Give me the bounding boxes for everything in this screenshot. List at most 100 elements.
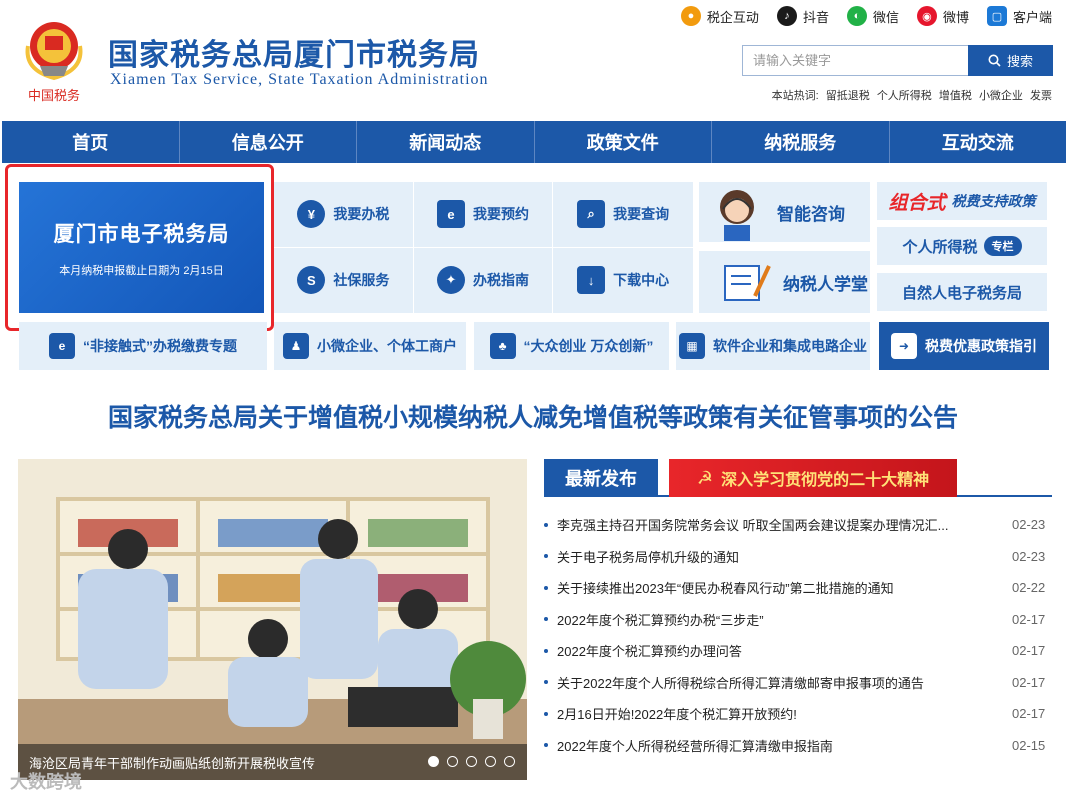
topic-software-ic[interactable]: ▦ 软件企业和集成电路企业 <box>676 322 870 370</box>
monitor-e-icon: e <box>49 333 75 359</box>
hot-word-link[interactable]: 个人所得税 <box>877 90 932 102</box>
news-item[interactable]: 2月16日开始!2022年度个税汇算开放预约! 02-17 <box>544 698 1052 730</box>
news-title: 李克强主持召开国务院常务会议 听取全国两会建议提案办理情况汇... <box>557 518 949 534</box>
news-item[interactable]: 2022年度个人所得税经营所得汇算清缴申报指南 02-15 <box>544 730 1052 762</box>
carousel-photo <box>18 459 527 780</box>
smart-consult-card[interactable]: 智能咨询 <box>699 182 870 242</box>
hand-coin-icon: ¥ <box>297 200 326 229</box>
search-icon <box>988 54 1001 67</box>
arrow-right-icon: ➜ <box>891 333 917 359</box>
news-list: 李克强主持召开国务院常务会议 听取全国两会建议提案办理情况汇... 02-23 关… <box>544 509 1052 761</box>
news-header: 最新发布 ☭ 深入学习贯彻党的二十大精神 <box>544 459 1052 497</box>
service-item-query[interactable]: ⌕ 我要查询 <box>553 182 693 248</box>
taxpayer-school-card[interactable]: 纳税人学堂 <box>699 251 870 313</box>
social-link-wechat[interactable]: ◐ 微信 <box>846 6 899 26</box>
group-people-icon: ♣ <box>489 333 516 359</box>
nav-item-policy[interactable]: 政策文件 <box>535 121 712 163</box>
search-input[interactable] <box>742 45 968 76</box>
service-label: 我要预约 <box>472 206 529 223</box>
site-header: 中国税务 国家税务总局厦门市税务局 Xiamen Tax Service, St… <box>0 0 1066 118</box>
hot-word-link[interactable]: 小微企业 <box>979 90 1023 102</box>
party-emblem-icon: ☭ <box>696 467 714 488</box>
hot-word-link[interactable]: 留抵退税 <box>826 90 870 102</box>
combo-label: 税费支持政策 <box>951 193 1036 209</box>
news-item[interactable]: 关于电子税务局停机升级的通知 02-23 <box>544 541 1052 573</box>
carousel-dot[interactable] <box>447 756 458 767</box>
tiktok-icon: ♪ <box>776 6 797 26</box>
headline-link[interactable]: 国家税务总局关于增值税小规模纳税人减免增值税等政策有关征管事项的公告 <box>0 398 1066 434</box>
social-link-douyin[interactable]: ♪ 抖音 <box>776 6 829 26</box>
social-link-weibo[interactable]: ◉ 微博 <box>916 6 969 26</box>
carousel-dots <box>428 756 515 767</box>
news-title: 2月16日开始!2022年度个税汇算开放预约! <box>557 707 797 723</box>
social-label: 微信 <box>872 9 899 25</box>
compass-icon: ✦ <box>436 266 465 295</box>
download-icon: ↓ <box>577 266 606 295</box>
natural-person-etax-link[interactable]: 自然人电子税务局 <box>877 273 1047 311</box>
building-icon: ▦ <box>679 333 705 359</box>
news-date: 02-15 <box>1012 737 1046 753</box>
highlight-frame <box>5 164 274 331</box>
news-item[interactable]: 2022年度个税汇算预约办理问答 02-17 <box>544 635 1052 667</box>
hot-word-link[interactable]: 发票 <box>1030 90 1052 102</box>
topic-small-business[interactable]: ♟ 小微企业、个体工商户 <box>274 322 466 370</box>
social-link-app[interactable]: ▢ 客户端 <box>986 6 1052 26</box>
topic-label: “大众创业 万众创新” <box>523 338 654 354</box>
service-label: 我要查询 <box>613 206 670 223</box>
search-button[interactable]: 搜索 <box>968 45 1053 76</box>
person-upload-icon: ♟ <box>283 333 309 359</box>
service-item-download[interactable]: ↓ 下载中心 <box>553 248 693 314</box>
carousel-dot[interactable] <box>485 756 496 767</box>
combo-tax-policy-link[interactable]: 组合式 税费支持政策 <box>877 182 1047 220</box>
book-pen-icon <box>724 265 771 301</box>
topic-preferential-guide[interactable]: ➜ 税费优惠政策指引 <box>879 322 1049 370</box>
nav-item-interaction[interactable]: 互动交流 <box>890 121 1066 163</box>
chat-bubble-icon: ● <box>680 6 701 26</box>
news-date: 02-22 <box>1012 580 1046 596</box>
carousel-dot[interactable] <box>504 756 515 767</box>
news-date: 02-17 <box>1012 706 1046 722</box>
wechat-icon: ◐ <box>846 6 867 26</box>
service-label: 下载中心 <box>613 272 670 289</box>
topic-entrepreneurship[interactable]: ♣ “大众创业 万众创新” <box>474 322 669 370</box>
social-link-interact[interactable]: ● 税企互动 <box>680 6 759 26</box>
carousel-dot[interactable] <box>466 756 477 767</box>
service-label: 办税指南 <box>472 272 529 289</box>
document-search-icon: ⌕ <box>577 200 606 229</box>
hot-word-link[interactable]: 增值税 <box>939 90 972 102</box>
banner-label: 深入学习贯彻党的二十大精神 <box>721 472 930 489</box>
topic-contactless[interactable]: e “非接触式”办税缴费专题 <box>19 322 267 370</box>
natural-person-label: 自然人电子税务局 <box>901 284 1022 302</box>
social-security-icon: S <box>297 266 326 295</box>
nav-item-home[interactable]: 首页 <box>2 121 180 163</box>
tab-latest[interactable]: 最新发布 <box>544 459 658 497</box>
tax-emblem-logo[interactable]: 中国税务 <box>18 12 90 108</box>
service-label: 社保服务 <box>333 272 390 289</box>
carousel-dot[interactable] <box>428 756 439 767</box>
news-item[interactable]: 关于接续推出2023年“便民办税春风行动”第二批措施的通知 02-22 <box>544 572 1052 604</box>
site-subtitle: Xiamen Tax Service, State Taxation Admin… <box>110 71 489 88</box>
service-item-handle-tax[interactable]: ¥ 我要办税 <box>274 182 414 248</box>
party-spirit-banner[interactable]: ☭ 深入学习贯彻党的二十大精神 <box>669 459 957 497</box>
service-item-guide[interactable]: ✦ 办税指南 <box>414 247 554 313</box>
topic-label: 软件企业和集成电路企业 <box>713 338 867 354</box>
news-item[interactable]: 李克强主持召开国务院常务会议 听取全国两会建议提案办理情况汇... 02-23 <box>544 509 1052 541</box>
service-item-appointment[interactable]: e 我要预约 <box>413 182 554 248</box>
personal-income-tax-link[interactable]: 个人所得税 专栏 <box>877 227 1047 265</box>
hot-words: 本站热词: 留抵退税 个人所得税 增值税 小微企业 发票 <box>768 87 1052 103</box>
service-item-social-security[interactable]: S 社保服务 <box>274 247 414 313</box>
site-title[interactable]: 国家税务总局厦门市税务局 <box>108 30 480 74</box>
nav-item-news[interactable]: 新闻动态 <box>357 121 535 163</box>
news-title: 2022年度个税汇算预约办税“三步走” <box>557 612 764 628</box>
news-title: 关于接续推出2023年“便民办税春风行动”第二批措施的通知 <box>557 581 894 597</box>
news-carousel[interactable]: 海沧区局青年干部制作动画贴纸创新开展税收宣传 <box>18 459 527 780</box>
news-date: 02-23 <box>1012 548 1046 564</box>
weibo-icon: ◉ <box>916 6 937 26</box>
news-item[interactable]: 2022年度个税汇算预约办税“三步走” 02-17 <box>544 604 1052 636</box>
news-date: 02-17 <box>1012 674 1046 690</box>
nav-item-service[interactable]: 纳税服务 <box>712 121 890 163</box>
nav-item-disclosure[interactable]: 信息公开 <box>180 121 357 163</box>
monitor-e-icon: e <box>436 200 465 229</box>
news-item[interactable]: 关于2022年度个人所得税综合所得汇算清缴邮寄申报事项的通告 02-17 <box>544 667 1052 699</box>
topic-label: “非接触式”办税缴费专题 <box>83 338 237 354</box>
